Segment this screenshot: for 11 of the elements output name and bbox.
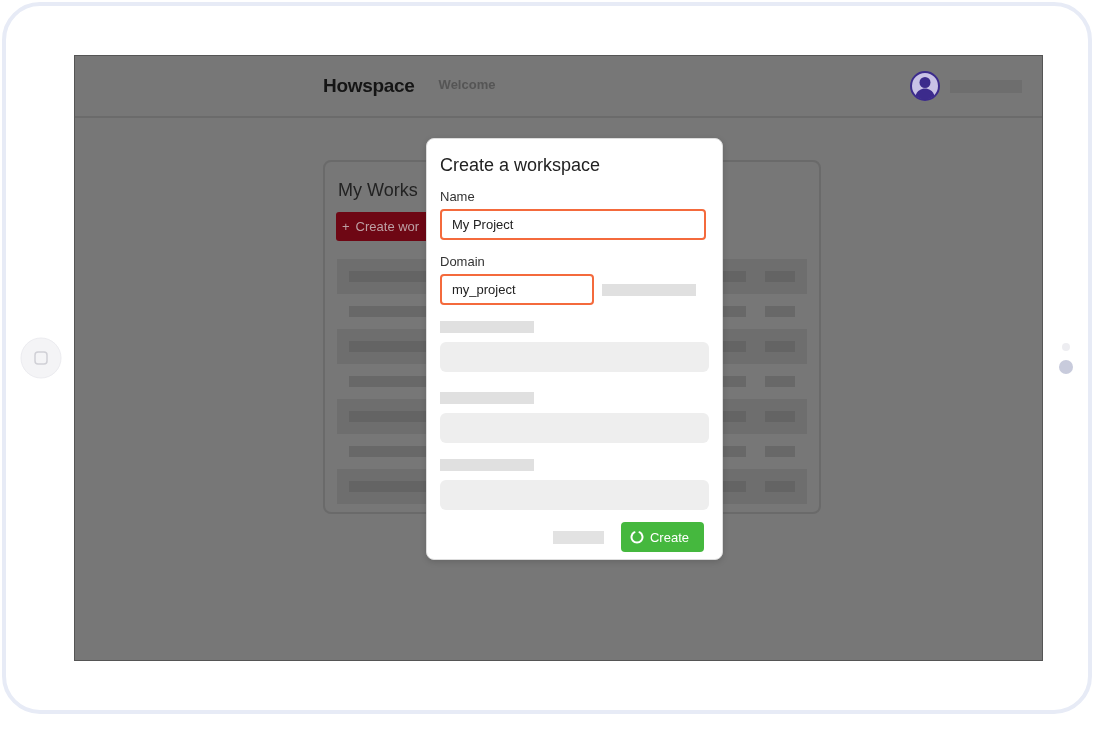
user-avatar-icon[interactable] [910,71,940,101]
name-field[interactable]: My Project [440,209,706,240]
field-label: Name [440,189,476,205]
card-title: My Works [338,180,418,202]
plus-icon: + [342,219,350,234]
app-logo[interactable]: Howspace [323,75,415,97]
dialog-title: Create a workspace [440,155,602,177]
field-label: Domain [440,254,486,270]
camera-dot-icon [1058,359,1073,374]
skeleton-bar [552,530,604,544]
domain-field[interactable]: my_project [440,274,594,305]
